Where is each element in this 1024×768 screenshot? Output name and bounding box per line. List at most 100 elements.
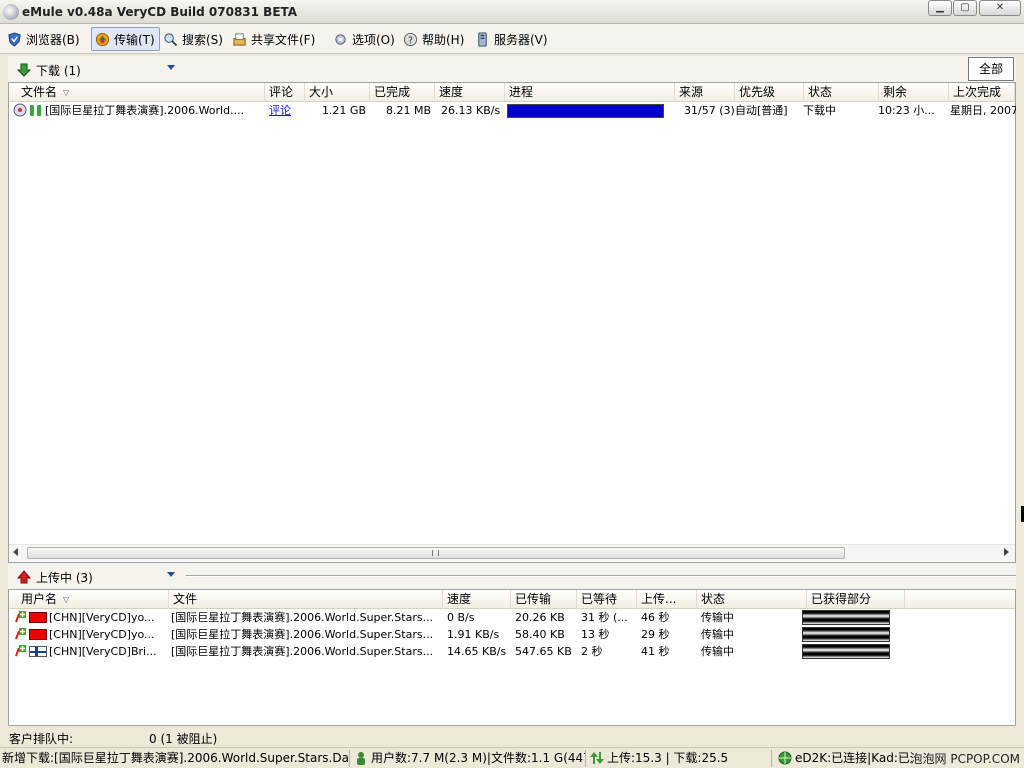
upload-speed: 0 B/s <box>447 611 475 624</box>
queue-info: 客户排队中: 0 (1 被阻止) <box>0 728 1024 746</box>
upload-time: 46 秒 <box>641 611 670 624</box>
col-priority[interactable]: 优先级 <box>735 83 804 102</box>
download-speed: 26.13 KB/s <box>441 104 501 117</box>
menu-help[interactable]: ? 帮助(H) <box>400 27 468 51</box>
svg-text:?: ? <box>408 35 413 46</box>
col-last-complete[interactable]: 上次完成 <box>949 83 1015 102</box>
download-row[interactable]: [国际巨星拉丁舞表演赛].2006.World.... 评论 1.21 GB 8… <box>9 102 1016 119</box>
minimize-icon: ▁ <box>936 2 944 13</box>
download-filename-cell: [国际巨星拉丁舞表演赛].2006.World.... <box>11 102 265 119</box>
download-section-label[interactable]: 下载 (1) <box>36 62 81 79</box>
flag-china-icon <box>29 629 47 640</box>
upload-time: 29 秒 <box>641 628 670 641</box>
obtained-parts-bar <box>802 644 890 659</box>
sources-ok-icon <box>30 105 41 116</box>
download-completed: 8.21 MB <box>385 104 431 117</box>
upload-section-bar: 上传中 (3) <box>8 563 1016 589</box>
download-list-header: 文件名 ▽ 评论 大小 已完成 速度 进程 来源 优先级 状态 剩余 上次完成 <box>9 83 1015 102</box>
menu-shared-files[interactable]: 共享文件(F) <box>229 27 319 51</box>
col-upload-speed[interactable]: 速度 <box>443 590 511 609</box>
upload-status: 传输中 <box>701 645 734 658</box>
menu-search[interactable]: 搜索(S) <box>160 27 227 51</box>
col-upload-time[interactable]: 上传... <box>637 590 697 609</box>
scrollbar-thumb[interactable] <box>27 547 845 559</box>
download-remaining: 10:23 小... <box>878 104 935 117</box>
download-horizontal-scrollbar[interactable] <box>9 544 1015 561</box>
upload-user-cell: [CHN][VeryCD]yo... <box>11 609 167 626</box>
upload-transferred: 20.26 KB <box>515 611 565 624</box>
col-progress[interactable]: 进程 <box>505 83 675 102</box>
shield-icon <box>8 31 21 47</box>
col-waited[interactable]: 已等待 <box>577 590 637 609</box>
section-divider <box>186 575 1016 577</box>
download-comment-link[interactable]: 评论 <box>265 102 305 119</box>
status-bar: 新增下载:[国际巨星拉丁舞表演赛].2006.World.Super.Stars… <box>0 747 1024 768</box>
scroll-left-icon[interactable] <box>13 548 18 556</box>
window-title: eMule v0.48a VeryCD Build 070831 BETA <box>22 5 298 19</box>
shared-files-icon <box>233 32 246 46</box>
filter-all-button[interactable]: 全部 <box>968 57 1014 81</box>
col-file[interactable]: 文件 <box>169 590 443 609</box>
upload-waited: 31 秒 (... <box>581 611 628 624</box>
title-bar: eMule v0.48a VeryCD Build 070831 BETA ▁ … <box>0 0 1024 24</box>
col-transferred[interactable]: 已传输 <box>511 590 577 609</box>
menu-options-label: 选项(O) <box>352 32 395 47</box>
upload-speed: 14.65 KB/s <box>447 645 507 658</box>
col-status[interactable]: 状态 <box>804 83 879 102</box>
menu-transfer[interactable]: 传输(T) <box>91 27 160 51</box>
sort-ascending-icon: ▽ <box>63 595 70 604</box>
menu-transfer-label: 传输(T) <box>114 32 155 47</box>
upload-row[interactable]: [CHN][VeryCD]yo... [国际巨星拉丁舞表演赛].2006.Wor… <box>9 609 1015 626</box>
download-section-bar: 下载 (1) 全部 <box>8 56 1016 82</box>
upload-row[interactable]: [CHN][VeryCD]yo... [国际巨星拉丁舞表演赛].2006.Wor… <box>9 626 1015 643</box>
col-obtained-parts[interactable]: 已获得部分 <box>807 590 905 609</box>
col-remaining[interactable]: 剩余 <box>879 83 949 102</box>
col-upload-status[interactable]: 状态 <box>697 590 807 609</box>
download-arrow-icon <box>16 63 32 77</box>
col-comment[interactable]: 评论 <box>265 83 305 102</box>
download-section-dropdown-icon[interactable] <box>167 65 175 70</box>
upload-arrow-icon <box>16 570 32 584</box>
col-sources[interactable]: 来源 <box>675 83 735 102</box>
status-network: eD2K:已连接|Kad:已连接 <box>776 750 912 767</box>
menu-options[interactable]: 选项(O) <box>330 27 399 51</box>
upload-file: [国际巨星拉丁舞表演赛].2006.World.Super.Stars... <box>171 628 434 641</box>
col-size[interactable]: 大小 <box>305 83 370 102</box>
col-speed[interactable]: 速度 <box>435 83 505 102</box>
upload-client-icon <box>15 628 26 640</box>
status-rates: 上传:15.3 | 下载:25.5 <box>588 750 772 767</box>
upload-section-dropdown-icon[interactable] <box>167 572 175 577</box>
minimize-button[interactable]: ▁ <box>928 0 952 16</box>
toolbar: 浏览器(B) 传输(T) 搜索(S) 共享文件(F) 选项(O) ? 帮助(H)… <box>0 24 1024 54</box>
upload-section-label[interactable]: 上传中 (3) <box>36 569 93 586</box>
download-last-complete: 星期日, 2007- <box>950 104 1016 117</box>
users-icon <box>357 752 365 765</box>
download-size: 1.21 GB <box>321 104 366 117</box>
flag-finland-icon <box>29 646 47 657</box>
col-filename[interactable]: 文件名 ▽ <box>17 83 265 102</box>
upload-file: [国际巨星拉丁舞表演赛].2006.World.Super.Stars... <box>171 611 434 624</box>
download-priority: 自动[普通] <box>735 104 788 117</box>
menu-browser[interactable]: 浏览器(B) <box>4 27 84 51</box>
col-completed[interactable]: 已完成 <box>370 83 435 102</box>
download-status: 下载中 <box>803 104 836 117</box>
col-username[interactable]: 用户名 ▽ <box>17 590 169 609</box>
menu-server[interactable]: 服务器(V) <box>472 27 552 51</box>
upload-status: 传输中 <box>701 611 734 624</box>
upload-row[interactable]: [CHN][VeryCD]Bri... [国际巨星拉丁舞表演赛].2006.Wo… <box>9 643 1015 660</box>
obtained-parts-bar <box>802 610 890 625</box>
maximize-icon: ▢ <box>960 2 970 13</box>
close-button[interactable]: ✕ <box>979 0 1021 16</box>
globe-icon <box>778 751 792 765</box>
server-icon <box>478 31 487 47</box>
download-progress-bar <box>507 104 664 118</box>
status-message: 新增下载:[国际巨星拉丁舞表演赛].2006.World.Super.Stars… <box>2 750 350 767</box>
menu-search-label: 搜索(S) <box>182 32 223 47</box>
upload-list-header: 用户名 ▽ 文件 速度 已传输 已等待 上传... 状态 已获得部分 <box>9 590 1015 609</box>
upload-client-icon <box>15 645 26 657</box>
maximize-button[interactable]: ▢ <box>953 0 977 16</box>
status-users: 用户数:7.7 M(2.3 M)|文件数:1.1 G(447.0 M <box>352 750 586 767</box>
menu-shared-files-label: 共享文件(F) <box>251 32 316 47</box>
up-down-arrows-icon <box>590 752 604 764</box>
scroll-right-icon[interactable] <box>1004 548 1009 556</box>
